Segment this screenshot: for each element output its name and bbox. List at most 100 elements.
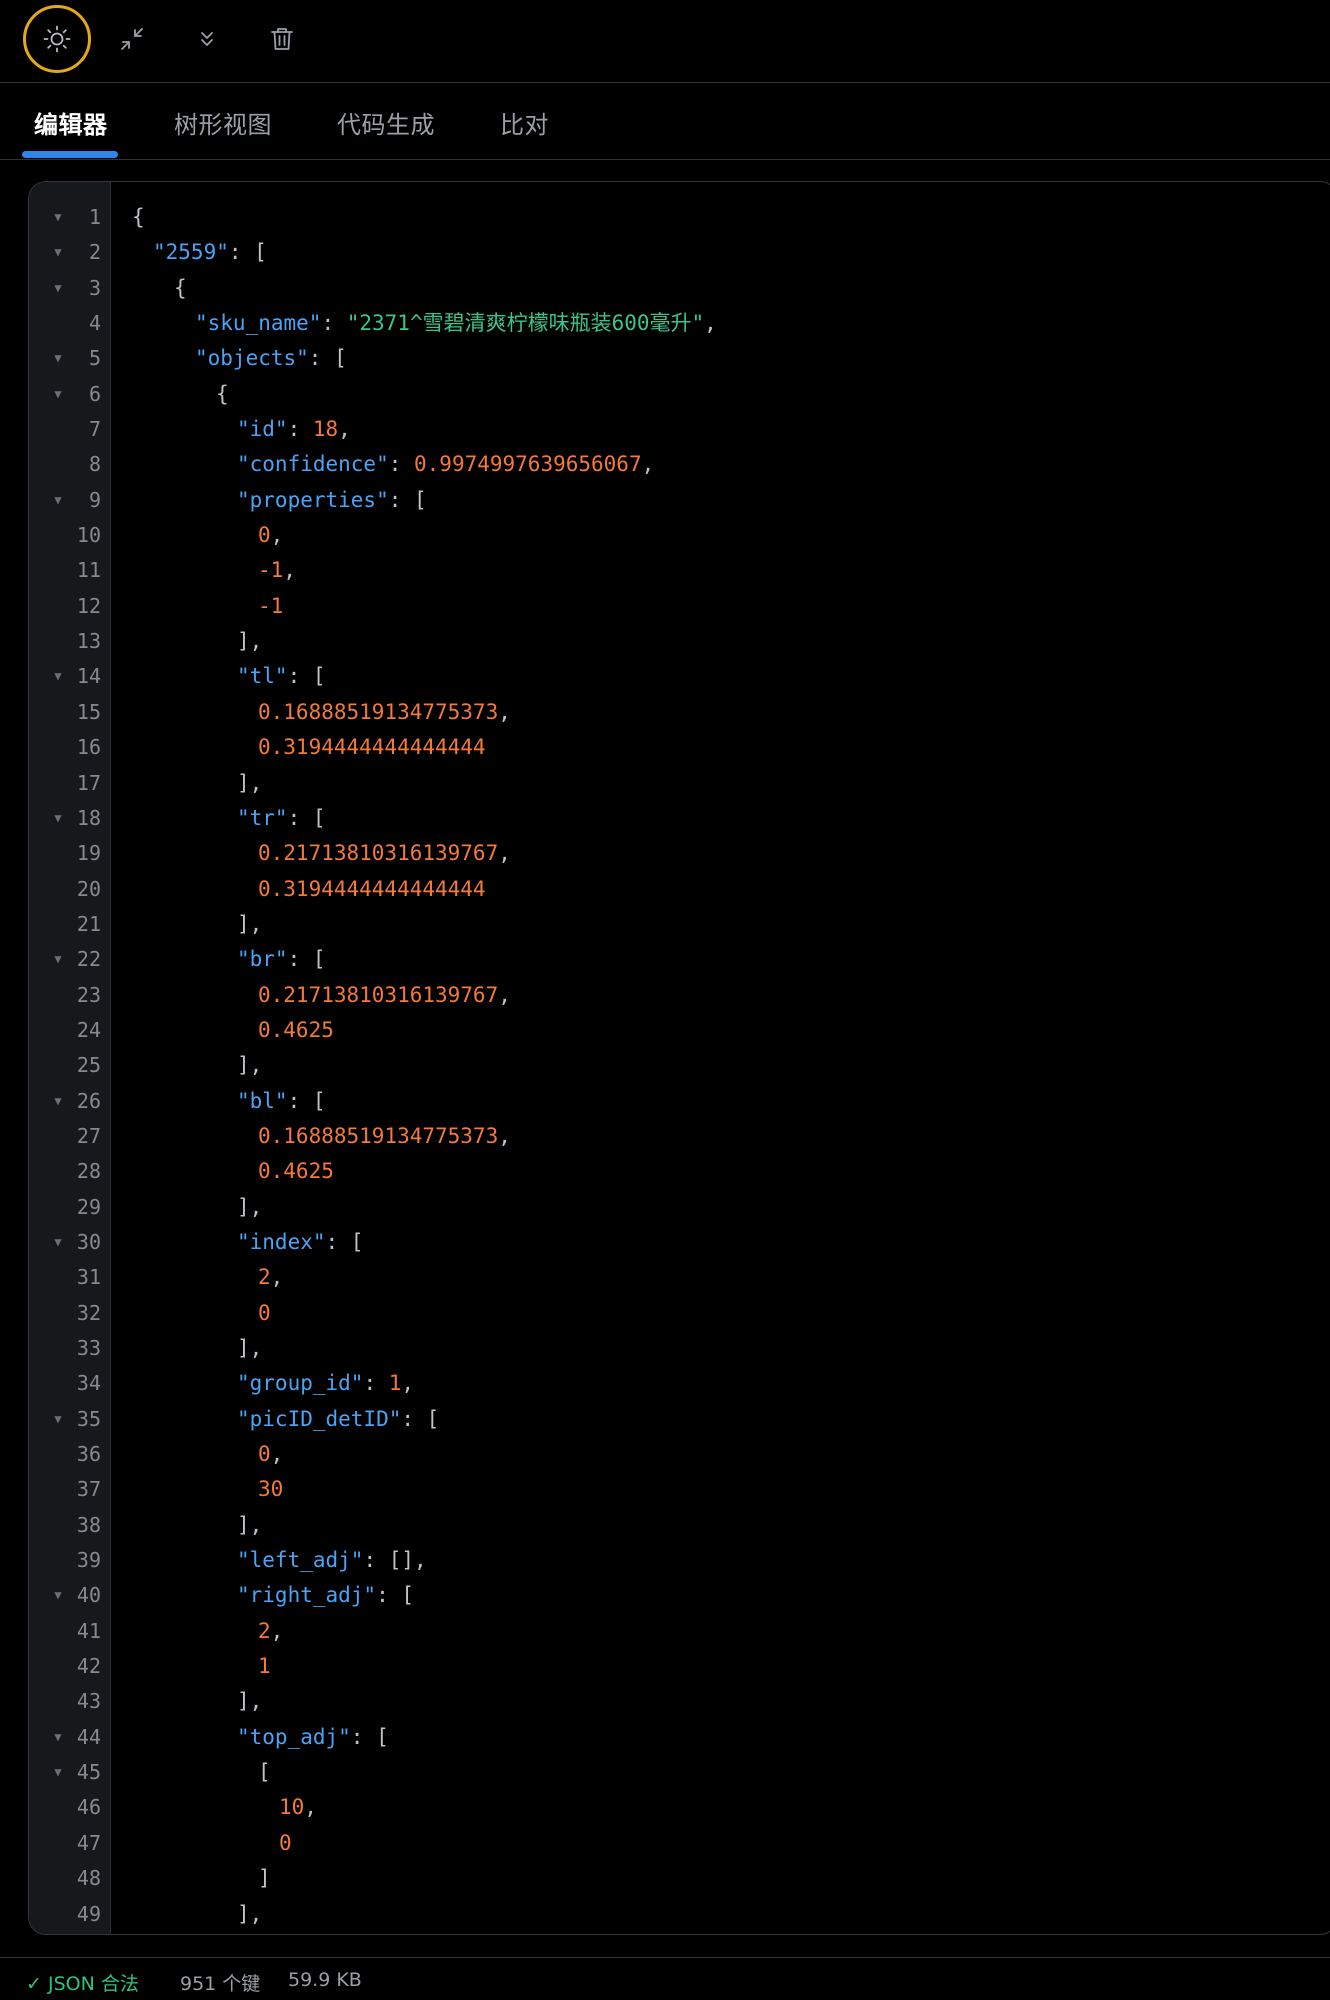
json-punctuation: , <box>641 452 655 477</box>
code-line[interactable]: ▼ 2 "2559": [ <box>29 235 1330 270</box>
fold-toggle-icon[interactable]: ▼ <box>51 1084 65 1119</box>
code-line[interactable]: 43], <box>29 1684 1330 1719</box>
fold-toggle-icon[interactable]: ▼ <box>51 483 65 518</box>
json-string: "2371^雪碧清爽柠檬味瓶装600毫升" <box>346 311 705 336</box>
code-line[interactable]: ▼ 45 [ <box>29 1755 1330 1790</box>
fold-toggle-icon[interactable]: ▼ <box>51 1225 65 1260</box>
code-line[interactable]: ▼ 44 "top_adj": [ <box>29 1720 1330 1755</box>
fold-toggle-icon[interactable]: ▼ <box>51 942 65 977</box>
line-number: 41 <box>76 1618 101 1643</box>
code-line[interactable]: 10 0, <box>29 518 1330 553</box>
code-line[interactable]: ▼ 26 "bl": [ <box>29 1084 1330 1119</box>
tab-tree-view[interactable]: 树形视图 <box>174 105 272 140</box>
code-line[interactable]: ▼ 14 "tl": [ <box>29 659 1330 694</box>
code-line[interactable]: ▼ 35 "picID_detID": [ <box>29 1402 1330 1437</box>
theme-toggle-button[interactable] <box>23 5 91 73</box>
json-punctuation: ], <box>237 770 263 795</box>
json-number: 0.4625 <box>258 1017 334 1042</box>
json-punctuation: ], <box>237 1689 263 1714</box>
code-line[interactable]: 19 0.21713810316139767, <box>29 836 1330 871</box>
json-number: 0.4625 <box>258 1159 334 1184</box>
line-code: 0 <box>279 1826 292 1861</box>
status-bar: ✓ JSON 合法 951 个键 59.9 KB <box>0 1957 1330 2000</box>
double-chevron-down-icon <box>194 26 220 52</box>
code-line[interactable]: 21], <box>29 907 1330 942</box>
code-line[interactable]: ▼ 30 "index": [ <box>29 1225 1330 1260</box>
fold-toggle-icon[interactable]: ▼ <box>51 1402 65 1437</box>
collapse-all-button[interactable] <box>98 5 166 73</box>
code-line[interactable]: 36 0, <box>29 1437 1330 1472</box>
code-line[interactable]: 37 30 <box>29 1472 1330 1507</box>
clear-button[interactable] <box>248 5 316 73</box>
fold-toggle-icon[interactable]: ▼ <box>51 271 65 306</box>
json-key: "2559" <box>153 240 229 265</box>
tab-editor[interactable]: 编辑器 <box>34 105 108 140</box>
line-code: ], <box>237 907 262 942</box>
code-line[interactable]: ▼ 6 { <box>29 377 1330 412</box>
line-code: { <box>174 271 187 306</box>
code-line[interactable]: 48] <box>29 1861 1330 1896</box>
code-line[interactable]: 12 -1 <box>29 589 1330 624</box>
code-line[interactable]: 47 0 <box>29 1826 1330 1861</box>
fold-toggle-icon[interactable]: ▼ <box>51 377 65 412</box>
code-line[interactable]: 34 "group_id": 1, <box>29 1366 1330 1401</box>
code-line[interactable]: 7 "id": 18, <box>29 412 1330 447</box>
fold-toggle-icon[interactable]: ▼ <box>51 341 65 376</box>
code-line[interactable]: 24 0.4625 <box>29 1013 1330 1048</box>
code-line[interactable]: ▼ 18 "tr": [ <box>29 801 1330 836</box>
code-line[interactable]: 25], <box>29 1048 1330 1083</box>
code-line[interactable]: 17], <box>29 766 1330 801</box>
line-number: 44 <box>76 1724 101 1749</box>
fold-toggle-icon[interactable]: ▼ <box>51 200 65 235</box>
code-line[interactable]: ▼ 5 "objects": [ <box>29 341 1330 376</box>
code-line[interactable]: 16 0.3194444444444444 <box>29 730 1330 765</box>
code-line[interactable]: ▼ 9 "properties": [ <box>29 483 1330 518</box>
json-key: "br" <box>237 947 288 972</box>
code-line[interactable]: 38], <box>29 1508 1330 1543</box>
json-punctuation: { <box>174 275 187 300</box>
code-line[interactable]: 8 "confidence": 0.9974997639656067, <box>29 447 1330 482</box>
code-line[interactable]: 23 0.21713810316139767, <box>29 978 1330 1013</box>
line-code: ], <box>237 1508 262 1543</box>
code-line[interactable]: ▼ 22 "br": [ <box>29 942 1330 977</box>
line-number: 36 <box>76 1442 101 1467</box>
code-line[interactable]: 11 -1, <box>29 553 1330 588</box>
line-code: 2, <box>258 1614 283 1649</box>
json-number: 1 <box>258 1654 271 1679</box>
fold-toggle-icon[interactable]: ▼ <box>51 801 65 836</box>
line-code: 0, <box>258 1437 283 1472</box>
code-line[interactable]: 29], <box>29 1190 1330 1225</box>
code-line[interactable]: 39 "left_adj": [], <box>29 1543 1330 1578</box>
code-line[interactable]: 41 2, <box>29 1614 1330 1649</box>
code-line[interactable]: 13], <box>29 624 1330 659</box>
code-line[interactable]: 32 0 <box>29 1296 1330 1331</box>
code-line[interactable]: ▼ 40 "right_adj": [ <box>29 1578 1330 1613</box>
tab-compare[interactable]: 比对 <box>500 105 549 140</box>
line-number: 34 <box>76 1371 101 1396</box>
tab-code-generation[interactable]: 代码生成 <box>337 105 435 140</box>
json-number: 2 <box>258 1618 271 1643</box>
code-line[interactable]: 15 0.16888519134775373, <box>29 695 1330 730</box>
fold-toggle-icon[interactable]: ▼ <box>51 659 65 694</box>
json-punctuation: ], <box>237 1901 263 1926</box>
expand-all-button[interactable] <box>173 5 241 73</box>
code-line[interactable]: 4 "sku_name": "2371^雪碧清爽柠檬味瓶装600毫升", <box>29 306 1330 341</box>
fold-toggle-icon[interactable]: ▼ <box>51 1578 65 1613</box>
fold-toggle-icon[interactable]: ▼ <box>51 1755 65 1790</box>
json-punctuation: , <box>270 523 284 548</box>
code-line[interactable]: 33], <box>29 1331 1330 1366</box>
code-line[interactable]: ▼ 1 { <box>29 200 1330 235</box>
code-line[interactable]: 28 0.4625 <box>29 1154 1330 1189</box>
code-line[interactable]: 31 2, <box>29 1260 1330 1295</box>
code-line[interactable]: 27 0.16888519134775373, <box>29 1119 1330 1154</box>
json-punctuation: ] <box>258 1866 271 1891</box>
json-key: "left_adj" <box>237 1548 364 1573</box>
code-line[interactable]: ▼ 3 { <box>29 271 1330 306</box>
fold-toggle-icon[interactable]: ▼ <box>51 235 65 270</box>
json-editor[interactable]: ▼ 1{▼ 2 "2559": [▼ 3{4 "sku_name": "2371^雪碧清爽… <box>28 181 1330 1935</box>
code-line[interactable]: 49], <box>29 1897 1330 1932</box>
code-line[interactable]: 42 1 <box>29 1649 1330 1684</box>
fold-toggle-icon[interactable]: ▼ <box>51 1720 65 1755</box>
code-line[interactable]: 20 0.3194444444444444 <box>29 872 1330 907</box>
code-line[interactable]: 46 10, <box>29 1790 1330 1825</box>
